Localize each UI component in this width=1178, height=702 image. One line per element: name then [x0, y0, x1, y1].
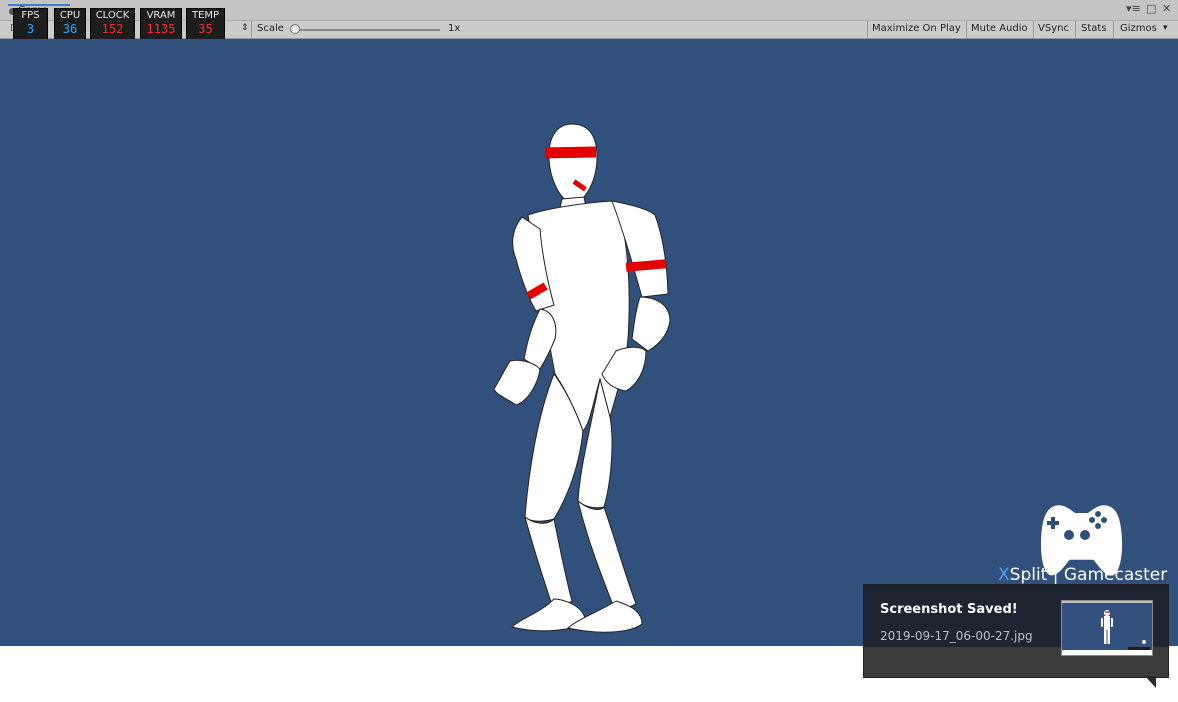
- divider: [1113, 21, 1114, 38]
- hud-fps: FPS 3: [13, 8, 48, 40]
- maximize-icon[interactable]: □: [1146, 3, 1156, 15]
- gizmos-dropdown-icon[interactable]: ▾: [1163, 23, 1168, 33]
- stats-button[interactable]: Stats: [1081, 23, 1107, 34]
- headband-marker: [544, 146, 597, 159]
- thumbnail-image: [1062, 601, 1152, 650]
- hud-fps-value: 3: [26, 22, 35, 36]
- hud-vram-value: 1135: [146, 22, 176, 36]
- vsync-button[interactable]: VSync: [1038, 23, 1069, 34]
- left-hand: [493, 359, 541, 406]
- scale-slider-track[interactable]: [293, 29, 440, 31]
- maximize-on-play-button[interactable]: Maximize On Play: [872, 23, 961, 34]
- divider: [1033, 21, 1034, 38]
- notification-pointer: [1145, 676, 1156, 688]
- mute-audio-button[interactable]: Mute Audio: [971, 23, 1028, 34]
- screenshot-notification[interactable]: Screenshot Saved! 2019-09-17_06-00-27.jp…: [863, 584, 1169, 678]
- hud-fps-label: FPS: [21, 10, 40, 21]
- hud-clock-label: CLOCK: [95, 10, 130, 21]
- divider: [251, 21, 252, 38]
- hud-clock-value: 152: [101, 22, 124, 36]
- left-forearm: [523, 308, 557, 370]
- hud-temp-label: TEMP: [191, 10, 220, 21]
- scale-value: 1x: [448, 23, 461, 34]
- right-forearm: [631, 296, 671, 352]
- notification-title: Screenshot Saved!: [880, 602, 1018, 617]
- hud-cpu-label: CPU: [59, 10, 81, 21]
- scale-slider-thumb[interactable]: [290, 24, 300, 34]
- screenshot-thumbnail[interactable]: [1061, 600, 1153, 656]
- close-icon[interactable]: ✕: [1162, 3, 1171, 15]
- left-shin: [524, 515, 573, 612]
- thumbnail-bottom: [1062, 650, 1152, 655]
- gizmos-button[interactable]: Gizmos: [1120, 23, 1157, 34]
- hud-temp: TEMP 35: [186, 8, 225, 40]
- scale-label: Scale: [257, 23, 284, 34]
- xsplit-gamecaster-logo: XSplit | Gamecaster: [998, 565, 1168, 585]
- screenshot-filename[interactable]: 2019-09-17_06-00-27.jpg: [880, 629, 1033, 643]
- hud-vram-label: VRAM: [146, 10, 176, 21]
- hud-vram: VRAM 1135: [140, 8, 182, 40]
- hud-temp-value: 35: [198, 22, 213, 36]
- right-shin: [577, 499, 637, 614]
- hud-cpu-value: 36: [62, 22, 78, 36]
- aspect-updown-icon[interactable]: ⇕: [241, 23, 249, 33]
- divider: [966, 21, 967, 38]
- window-menu-icon[interactable]: ▾≡: [1126, 3, 1141, 15]
- hud-cpu: CPU 36: [54, 8, 86, 40]
- divider: [867, 21, 868, 38]
- head: [548, 123, 598, 204]
- divider: [1075, 21, 1076, 38]
- hud-clock: CLOCK 152: [90, 8, 135, 40]
